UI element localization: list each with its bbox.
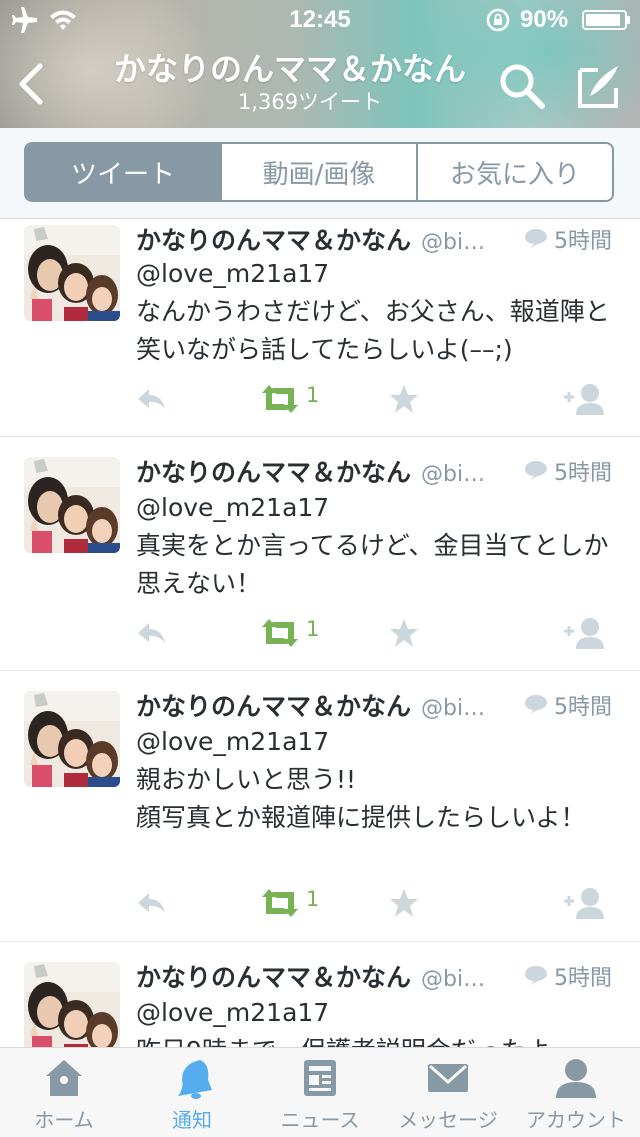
tabbar-item-notifications[interactable]: 通知	[128, 1048, 256, 1137]
avatar[interactable]	[24, 457, 120, 553]
tabbar-item-news[interactable]: ニュース	[256, 1048, 384, 1137]
screen-name: @bi…	[421, 967, 486, 992]
avatar[interactable]	[24, 962, 120, 1047]
display-name[interactable]: かなりのんママ＆かなん	[136, 458, 411, 487]
mention-link[interactable]: @love_m21a17	[136, 259, 329, 288]
tweet-count: 1,369ツイート	[237, 90, 383, 114]
tweet-header: かなりのんママ＆かなん @bi… 5時間	[136, 687, 626, 723]
tabbar-item-messages[interactable]: メッセージ	[384, 1048, 512, 1137]
tweet-header: かなりのんママ＆かなん @bi… 5時間	[136, 958, 626, 994]
reply-icon[interactable]	[134, 883, 168, 923]
profile-title: かなりのんママ＆かなん	[113, 50, 466, 88]
conversation-icon	[524, 459, 548, 481]
tweet-text-line: 親おかしいと思う!!	[136, 765, 357, 794]
tab-favorites[interactable]: お気に入り	[416, 144, 612, 200]
tabbar-item-account[interactable]: アカウント	[512, 1048, 640, 1137]
tweet-text: 真実をとか言ってるけど、金目当てとしか思えない！	[136, 531, 609, 598]
tweet-text: 親おかしいと思う!! 顔写真とか報道陣に提供したらしいよ！	[136, 761, 616, 837]
tab-tweets[interactable]: ツイート	[26, 144, 220, 200]
display-name[interactable]: かなりのんママ＆かなん	[136, 963, 411, 992]
screen-name: @bi…	[421, 696, 486, 721]
follow-icon[interactable]	[562, 379, 606, 419]
tweet-header: かなりのんママ＆かなん @bi… 5時間	[136, 221, 626, 257]
favorite-star-icon[interactable]	[388, 379, 420, 419]
tweet-timeline: かなりのんママ＆かなん @bi… 5時間 @love_m21a17 なんかうわさだ…	[0, 219, 640, 1047]
bell-icon	[178, 1060, 212, 1099]
tweet-item[interactable]: かなりのんママ＆かなん @bi… 5時間 @love_m21a17 なんかうわさだ…	[0, 219, 640, 437]
retweet-icon[interactable]	[258, 613, 302, 653]
envelope-icon	[428, 1064, 468, 1092]
bottom-tab-bar: ホーム 通知 ニュース メッセージ アカウント	[0, 1047, 640, 1137]
tweet-item[interactable]: かなりのんママ＆かなん @bi… 5時間 @love_m21a17 真実をとか言っ…	[0, 437, 640, 671]
favorite-star-icon[interactable]	[388, 613, 420, 653]
home-icon	[46, 1060, 82, 1096]
tweet-text-line: 顔写真とか報道陣に提供したらしいよ！	[136, 803, 586, 832]
screen-name: @bi…	[421, 230, 486, 255]
tweet-actions: 1	[0, 379, 640, 419]
tweet-time: 5時間	[554, 461, 612, 486]
tabbar-item-home[interactable]: ホーム	[0, 1048, 128, 1137]
tabbar-label: メッセージ	[398, 1108, 498, 1132]
conversation-icon	[524, 964, 548, 986]
follow-icon[interactable]	[562, 883, 606, 923]
tabbar-label: 通知	[172, 1108, 212, 1132]
retweet-icon[interactable]	[258, 883, 302, 923]
tabbar-label: アカウント	[526, 1108, 626, 1132]
conversation-icon	[524, 227, 548, 249]
search-icon[interactable]	[496, 60, 548, 112]
tweet-actions: 1	[0, 613, 640, 653]
news-icon	[304, 1060, 336, 1096]
battery-icon	[582, 10, 630, 30]
retweet-icon[interactable]	[258, 379, 302, 419]
mention-link[interactable]: @love_m21a17	[136, 493, 329, 522]
tweet-text: 昨日9時まで、保護者説明会だったよ	[136, 1032, 616, 1047]
segmented-control: ツイート 動画/画像 お気に入り	[24, 142, 614, 202]
tabbar-label: ニュース	[280, 1108, 360, 1132]
mention-link[interactable]: @love_m21a17	[136, 727, 329, 756]
tweet-header: かなりのんママ＆かなん @bi… 5時間	[136, 453, 626, 489]
tweet-text: なんかうわさだけど、お父さん、報道陣と笑いながら話してたらしいよ(––;)	[136, 297, 610, 364]
conversation-icon	[524, 693, 548, 715]
avatar[interactable]	[24, 225, 120, 321]
profile-header: 12:45 90% かなりのんママ＆かなん 1,369ツイート	[0, 0, 640, 128]
tweet-item[interactable]: かなりのんママ＆かなん @bi… 5時間 @love_m21a17 親おかしいと思…	[0, 671, 640, 942]
tabbar-label: ホーム	[34, 1108, 94, 1132]
mention-link[interactable]: @love_m21a17	[136, 998, 329, 1027]
retweet-count: 1	[306, 617, 320, 641]
display-name[interactable]: かなりのんママ＆かなん	[136, 692, 411, 721]
display-name[interactable]: かなりのんママ＆かなん	[136, 226, 411, 255]
tweet-item[interactable]: かなりのんママ＆かなん @bi… 5時間 @love_m21a17 昨日9時まで、…	[0, 942, 640, 1047]
avatar[interactable]	[24, 691, 120, 787]
tweet-time: 5時間	[554, 695, 612, 720]
status-bar: 12:45 90%	[0, 0, 640, 40]
back-chevron-icon[interactable]	[14, 62, 48, 106]
retweet-count: 1	[306, 383, 320, 407]
tweet-time: 5時間	[554, 966, 612, 991]
person-icon	[556, 1059, 596, 1098]
tweet-actions: 1	[0, 883, 640, 923]
battery-percent: 90%	[520, 6, 569, 33]
favorite-star-icon[interactable]	[388, 883, 420, 923]
compose-icon[interactable]	[572, 60, 624, 112]
tab-media[interactable]: 動画/画像	[220, 144, 416, 200]
follow-icon[interactable]	[562, 613, 606, 653]
retweet-count: 1	[306, 887, 320, 911]
rotation-lock-icon	[486, 8, 510, 32]
tweet-time: 5時間	[554, 229, 612, 254]
reply-icon[interactable]	[134, 379, 168, 419]
reply-icon[interactable]	[134, 613, 168, 653]
profile-tabs-bar: ツイート 動画/画像 お気に入り	[0, 128, 640, 219]
screen-name: @bi…	[421, 462, 486, 487]
